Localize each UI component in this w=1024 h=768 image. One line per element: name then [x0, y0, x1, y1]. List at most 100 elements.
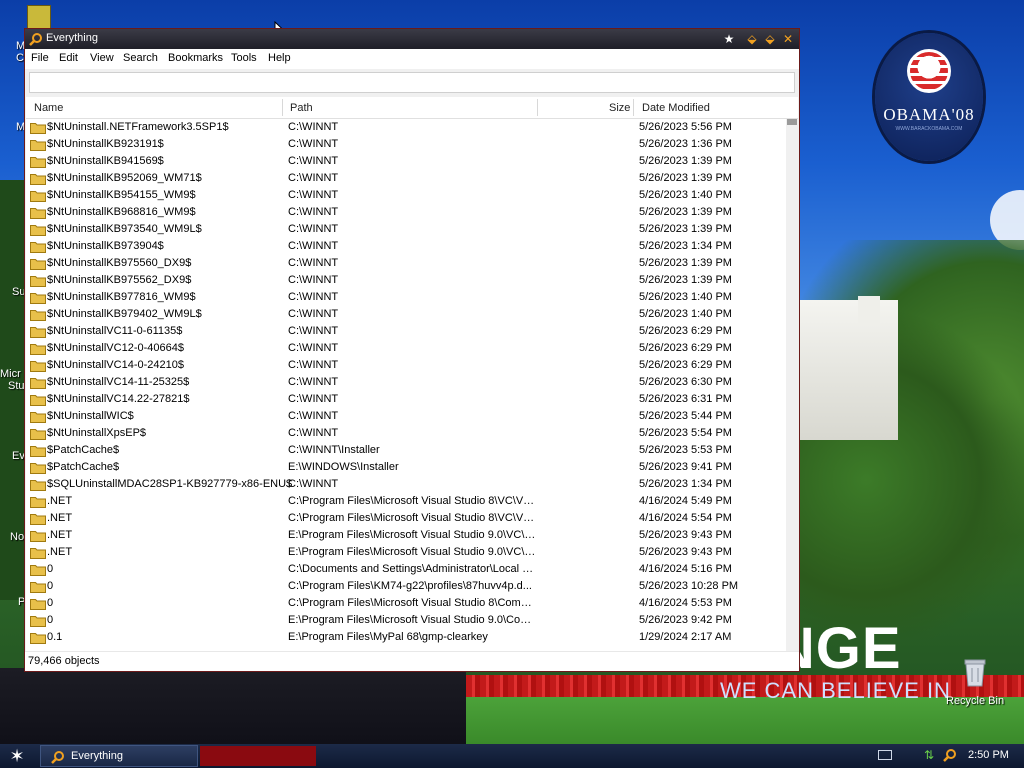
table-row[interactable]: .NET C:\Program Files\Microsoft Visual St…	[26, 493, 786, 510]
folder-icon	[30, 276, 46, 287]
row-path: E:\Program Files\Microsoft Visual Studio…	[288, 614, 536, 626]
table-row[interactable]: $NtUninstallKB968816_WM9$ C:\WINNT 5/26/20…	[26, 204, 786, 221]
row-name: $NtUninstallWIC$	[47, 410, 134, 422]
table-row[interactable]: 0 C:\Documents and Settings\Administrator…	[26, 561, 786, 578]
table-row[interactable]: $NtUninstallKB923191$ C:\WINNT 5/26/2023 1…	[26, 136, 786, 153]
table-row[interactable]: $NtUninstallVC11-0-61135$ C:\WINNT 5/26/20…	[26, 323, 786, 340]
file-list[interactable]: $NtUninstall.NETFramework3.5SP1$ C:\WINNT…	[26, 119, 786, 651]
maximize-icon[interactable]: ⬙	[763, 32, 777, 46]
table-row[interactable]: 0 C:\Program Files\Microsoft Visual Studi…	[26, 595, 786, 612]
magnifier-icon	[29, 33, 42, 46]
close-icon[interactable]: ✕	[781, 32, 795, 46]
column-separator[interactable]	[633, 99, 634, 116]
magnifier-icon[interactable]	[943, 748, 957, 762]
desktop-icon-label[interactable]: Stu	[8, 380, 25, 392]
table-row[interactable]: $NtUninstallKB973540_WM9L$ C:\WINNT 5/26/2…	[26, 221, 786, 238]
scrollbar-thumb[interactable]	[787, 119, 797, 125]
table-row[interactable]: $NtUninstallXpsEP$ C:\WINNT 5/26/2023 5:54…	[26, 425, 786, 442]
menu-file[interactable]: File	[31, 52, 49, 64]
table-row[interactable]: $NtUninstallKB952069_WM71$ C:\WINNT 5/26/2…	[26, 170, 786, 187]
desktop-shortcut-icon[interactable]	[27, 5, 51, 29]
star-icon[interactable]: ★	[722, 32, 736, 46]
menu-edit[interactable]: Edit	[59, 52, 78, 64]
folder-icon	[30, 259, 46, 270]
taskbar: ✶ Everything ⇅ 2:50 PM	[0, 744, 1024, 768]
folder-icon	[30, 531, 46, 542]
row-name: $NtUninstallKB979402_WM9L$	[47, 308, 202, 320]
table-row[interactable]: $PatchCache$ C:\WINNT\Installer 5/26/2023 …	[26, 442, 786, 459]
folder-icon	[30, 412, 46, 423]
table-row[interactable]: 0.1 E:\Program Files\MyPal 68\gmp-clearke…	[26, 629, 786, 646]
table-row[interactable]: $NtUninstallKB954155_WM9$ C:\WINNT 5/26/20…	[26, 187, 786, 204]
table-row[interactable]: $NtUninstallVC14-0-24210$ C:\WINNT 5/26/20…	[26, 357, 786, 374]
column-separator[interactable]	[537, 99, 538, 116]
clock[interactable]: 2:50 PM	[968, 749, 1009, 761]
table-row[interactable]: $NtUninstallKB975562_DX9$ C:\WINNT 5/26/20…	[26, 272, 786, 289]
column-separator[interactable]	[282, 99, 283, 116]
table-row[interactable]: $NtUninstallKB977816_WM9$ C:\WINNT 5/26/20…	[26, 289, 786, 306]
row-name: $NtUninstallKB975562_DX9$	[47, 274, 192, 286]
table-row[interactable]: 0 E:\Program Files\Microsoft Visual Studi…	[26, 612, 786, 629]
obama-badge: OBAMA'08 WWW.BARACKOBAMA.COM	[875, 33, 983, 161]
row-date-modified: 5/26/2023 1:39 PM	[639, 274, 732, 286]
table-row[interactable]: $NtUninstallKB975560_DX9$ C:\WINNT 5/26/20…	[26, 255, 786, 272]
search-box[interactable]	[29, 72, 795, 93]
folder-icon	[30, 225, 46, 236]
row-path: C:\WINNT	[288, 393, 339, 405]
recycle-bin-icon[interactable]	[962, 656, 988, 688]
vertical-scrollbar[interactable]	[786, 119, 798, 651]
title-bar[interactable]: Everything ★ ⬙ ⬙ ✕	[25, 29, 799, 49]
row-path: C:\WINNT	[288, 189, 339, 201]
row-path: C:\WINNT	[288, 223, 339, 235]
status-bar: 79,466 objects	[25, 651, 799, 671]
folder-icon	[30, 429, 46, 440]
start-button[interactable]: ✶	[6, 746, 28, 766]
network-icon[interactable]: ⇅	[924, 748, 938, 762]
recycle-bin-label[interactable]: Recycle Bin	[946, 695, 1004, 707]
table-row[interactable]: $NtUninstallVC14-11-25325$ C:\WINNT 5/26/2…	[26, 374, 786, 391]
row-date-modified: 4/16/2024 5:16 PM	[639, 563, 732, 575]
column-path[interactable]: Path	[290, 102, 313, 114]
row-path: C:\WINNT	[288, 325, 339, 337]
row-name: $PatchCache$	[47, 444, 120, 456]
menu-tools[interactable]: Tools	[231, 52, 257, 64]
search-input[interactable]	[30, 73, 794, 92]
table-row[interactable]: $PatchCache$ E:\WINDOWS\Installer 5/26/202…	[26, 459, 786, 476]
column-header: Name Path Size Date Modified	[26, 97, 798, 119]
table-row[interactable]: $NtUninstallKB941569$ C:\WINNT 5/26/2023 1…	[26, 153, 786, 170]
menu-view[interactable]: View	[90, 52, 114, 64]
row-name: .NET	[47, 512, 73, 524]
table-row[interactable]: $NtUninstallVC14.22-27821$ C:\WINNT 5/26/2…	[26, 391, 786, 408]
column-date-modified[interactable]: Date Modified	[642, 102, 710, 114]
row-path: C:\WINNT\Installer	[288, 444, 380, 456]
desktop-icon-label[interactable]: No	[10, 531, 24, 543]
table-row[interactable]: $NtUninstall.NETFramework3.5SP1$ C:\WINNT…	[26, 119, 786, 136]
table-row[interactable]: 0 C:\Program Files\KM74-g22\profiles\87hu…	[26, 578, 786, 595]
column-name[interactable]: Name	[34, 102, 63, 114]
table-row[interactable]: .NET E:\Program Files\Microsoft Visual St…	[26, 527, 786, 544]
keyboard-icon[interactable]	[878, 750, 892, 760]
table-row[interactable]: $NtUninstallWIC$ C:\WINNT 5/26/2023 5:44 P…	[26, 408, 786, 425]
row-name: .NET	[47, 529, 73, 541]
column-size[interactable]: Size	[609, 102, 630, 114]
row-path: E:\WINDOWS\Installer	[288, 461, 399, 473]
folder-icon	[30, 157, 46, 168]
table-row[interactable]: $NtUninstallKB979402_WM9L$ C:\WINNT 5/26/2…	[26, 306, 786, 323]
menu-search[interactable]: Search	[123, 52, 158, 64]
minimize-icon[interactable]: ⬙	[745, 32, 759, 46]
table-row[interactable]: $SQLUninstallMDAC28SP1-KB927779-x86-ENU$…	[26, 476, 786, 493]
desktop-icon-label[interactable]: Ev	[12, 450, 25, 462]
menu-help[interactable]: Help	[268, 52, 291, 64]
desktop-icon-label[interactable]: C	[16, 52, 24, 64]
row-name: $NtUninstallKB975560_DX9$	[47, 257, 192, 269]
table-row[interactable]: .NET C:\Program Files\Microsoft Visual St…	[26, 510, 786, 527]
table-row[interactable]: $NtUninstallKB973904$ C:\WINNT 5/26/2023 1…	[26, 238, 786, 255]
desktop-icon-label[interactable]: Micr	[0, 368, 21, 380]
row-date-modified: 1/29/2024 2:17 AM	[639, 631, 732, 643]
table-row[interactable]: .NET E:\Program Files\Microsoft Visual St…	[26, 544, 786, 561]
menu-bookmarks[interactable]: Bookmarks	[168, 52, 223, 64]
table-row[interactable]: $NtUninstallVC12-0-40664$ C:\WINNT 5/26/20…	[26, 340, 786, 357]
taskbar-item-everything[interactable]: Everything	[40, 745, 198, 767]
row-path: C:\WINNT	[288, 308, 339, 320]
folder-icon	[30, 497, 46, 508]
